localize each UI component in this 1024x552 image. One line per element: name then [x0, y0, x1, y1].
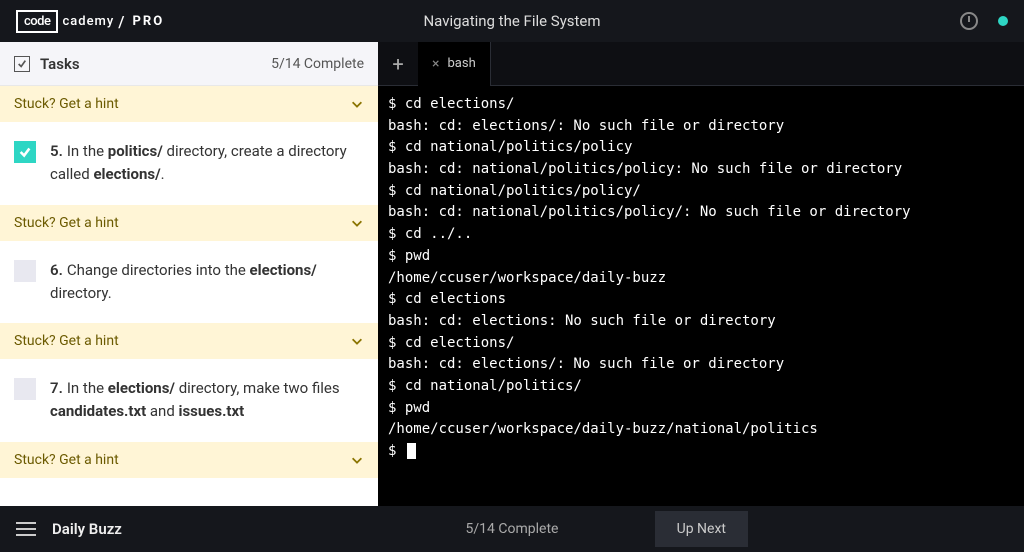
tasks-progress: 5/14 Complete [271, 56, 364, 72]
hint-label: Stuck? Get a hint [14, 333, 119, 349]
hint-toggle[interactable]: Stuck? Get a hint [0, 205, 378, 241]
hint-toggle[interactable]: Stuck? Get a hint [0, 323, 378, 359]
hint-toggle[interactable]: Stuck? Get a hint [0, 86, 378, 122]
new-tab-button[interactable]: + [378, 42, 418, 86]
task-num: 6. [50, 261, 63, 279]
tab-label: bash [447, 56, 475, 71]
terminal-tab[interactable]: × bash [418, 42, 491, 86]
task-check-done-icon[interactable] [14, 141, 36, 163]
task-row: 5.In the politics/ directory, create a d… [0, 122, 378, 205]
logo-text: cademy [62, 14, 114, 29]
up-next-button[interactable]: Up Next [655, 511, 748, 547]
task-num: 7. [50, 379, 63, 397]
chevron-down-icon [350, 97, 364, 111]
task-instruction: In the elections/ directory, make two fi… [50, 379, 340, 420]
logo[interactable]: code cademy / PRO [16, 10, 164, 33]
task-num: 5. [50, 142, 63, 160]
hint-label: Stuck? Get a hint [14, 215, 119, 231]
chevron-down-icon [350, 453, 364, 467]
clock-icon[interactable] [960, 12, 978, 30]
tasks-title: Tasks [40, 55, 271, 73]
task-instruction: Change directories into the elections/ d… [50, 261, 317, 302]
status-dot-icon[interactable] [998, 16, 1008, 26]
task-row: 6.Change directories into the elections/… [0, 241, 378, 324]
logo-box: code [16, 10, 58, 33]
logo-sep: / [118, 12, 124, 31]
hint-toggle[interactable]: Stuck? Get a hint [0, 442, 378, 478]
tasks-header: Tasks 5/14 Complete [0, 42, 378, 86]
task-instruction: In the politics/ directory, create a dir… [50, 142, 347, 183]
chevron-down-icon [350, 216, 364, 230]
task-check-todo-icon[interactable] [14, 378, 36, 400]
lesson-title: Navigating the File System [423, 12, 600, 30]
terminal-tabbar: + × bash [378, 42, 1024, 86]
terminal-panel: + × bash $ cd elections/bash: cd: electi… [378, 42, 1024, 506]
tasks-check-icon [14, 56, 30, 72]
task-check-todo-icon[interactable] [14, 260, 36, 282]
tasks-panel: Tasks 5/14 Complete Stuck? Get a hint 5.… [0, 42, 378, 506]
hint-label: Stuck? Get a hint [14, 96, 119, 112]
chevron-down-icon [350, 334, 364, 348]
logo-pro: PRO [132, 14, 164, 29]
menu-icon[interactable] [16, 522, 36, 536]
close-icon[interactable]: × [432, 56, 439, 72]
footer-progress: 5/14 Complete [466, 521, 559, 537]
hint-label: Stuck? Get a hint [14, 452, 119, 468]
terminal-output[interactable]: $ cd elections/bash: cd: elections/: No … [378, 86, 1024, 506]
project-name: Daily Buzz [52, 520, 122, 538]
task-row: 7.In the elections/ directory, make two … [0, 359, 378, 442]
